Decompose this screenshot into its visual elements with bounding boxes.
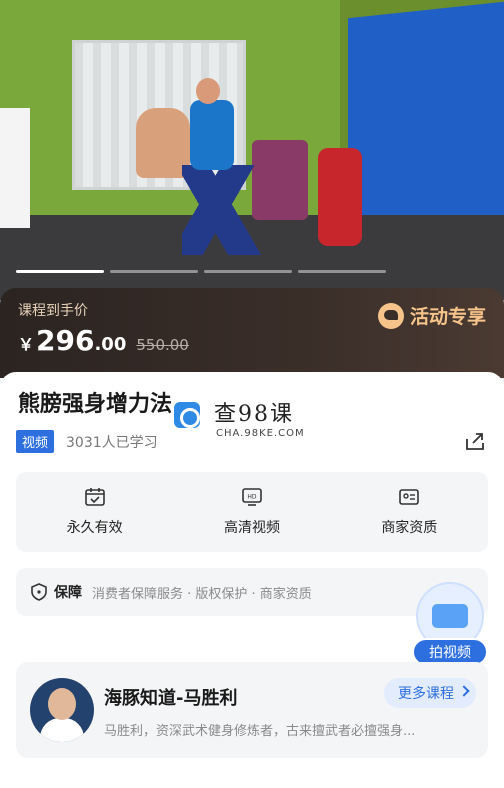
carousel-dot[interactable] xyxy=(16,270,104,273)
avatar[interactable] xyxy=(30,678,94,742)
price-bar: 课程到手价 ￥ 296 .00 550.00 活动专享 xyxy=(0,288,504,378)
chevron-right-icon xyxy=(458,685,470,697)
more-courses-button[interactable]: 更多课程 xyxy=(384,678,476,708)
price-label: 课程到手价 xyxy=(18,303,88,319)
course-detail-page: 课程到手价 ￥ 296 .00 550.00 活动专享 熊膀强身增力法 查98课… xyxy=(0,0,504,788)
course-title: 熊膀强身增力法 xyxy=(18,392,173,417)
price-integer: 296 xyxy=(36,324,95,357)
price-decimal: .00 xyxy=(94,334,127,355)
guarantee-title: 保障 xyxy=(54,585,82,601)
learner-count: 3031人已学习 xyxy=(66,435,158,451)
hd-monitor-icon: HD xyxy=(242,488,262,506)
feature-permanent[interactable]: 永久有效 xyxy=(16,472,173,552)
feature-qualification[interactable]: 商家资质 xyxy=(331,472,488,552)
watermark-subtext: CHA.98KE.COM xyxy=(216,428,305,439)
feature-label: 高清视频 xyxy=(223,520,280,536)
camera-icon xyxy=(432,604,468,628)
carousel-dot[interactable] xyxy=(110,270,198,273)
course-video[interactable] xyxy=(0,0,504,300)
teacher-name: 海豚知道-马胜利 xyxy=(104,688,238,709)
shield-icon xyxy=(31,583,47,601)
video-tag: 视频 xyxy=(16,430,55,453)
original-price: 550.00 xyxy=(136,336,189,354)
guarantee-items: 消费者保障服务 · 版权保护 · 商家资质 xyxy=(92,586,312,602)
course-info-sheet: 熊膀强身增力法 查98课 CHA.98KE.COM 视频 3031人已学习 永久… xyxy=(0,372,504,788)
id-card-icon xyxy=(399,489,420,505)
watermark-logo-icon xyxy=(174,402,200,428)
feature-label: 永久有效 xyxy=(66,520,123,536)
shoot-video-button[interactable]: 拍视频 xyxy=(408,582,492,670)
price-row: ￥ 296 .00 550.00 xyxy=(18,324,189,357)
promo-label: 活动专享 xyxy=(409,306,486,328)
more-courses-label: 更多课程 xyxy=(398,686,454,702)
promo-badge: 活动专享 xyxy=(377,302,486,329)
teacher-description: 马胜利，资深武术健身修炼者，古来擅武者必擅强身... xyxy=(104,724,416,739)
svg-text:HD: HD xyxy=(247,494,257,501)
price-currency: ￥ xyxy=(18,335,35,354)
dolphin-logo-icon xyxy=(377,302,404,329)
share-icon[interactable] xyxy=(464,430,486,452)
calendar-check-icon xyxy=(84,488,105,506)
teacher-card[interactable]: 海豚知道-马胜利 马胜利，资深武术健身修炼者，古来擅武者必擅强身... 更多课程 xyxy=(16,662,488,758)
carousel-dot[interactable] xyxy=(204,270,292,273)
watermark-text: 查98课 xyxy=(214,402,294,427)
feature-label: 商家资质 xyxy=(381,520,438,536)
course-features: 永久有效 HD 高清视频 商家资质 xyxy=(16,472,488,552)
feature-hd-video[interactable]: HD 高清视频 xyxy=(173,472,330,552)
carousel-dot[interactable] xyxy=(298,270,386,273)
carousel-indicator xyxy=(16,270,386,273)
